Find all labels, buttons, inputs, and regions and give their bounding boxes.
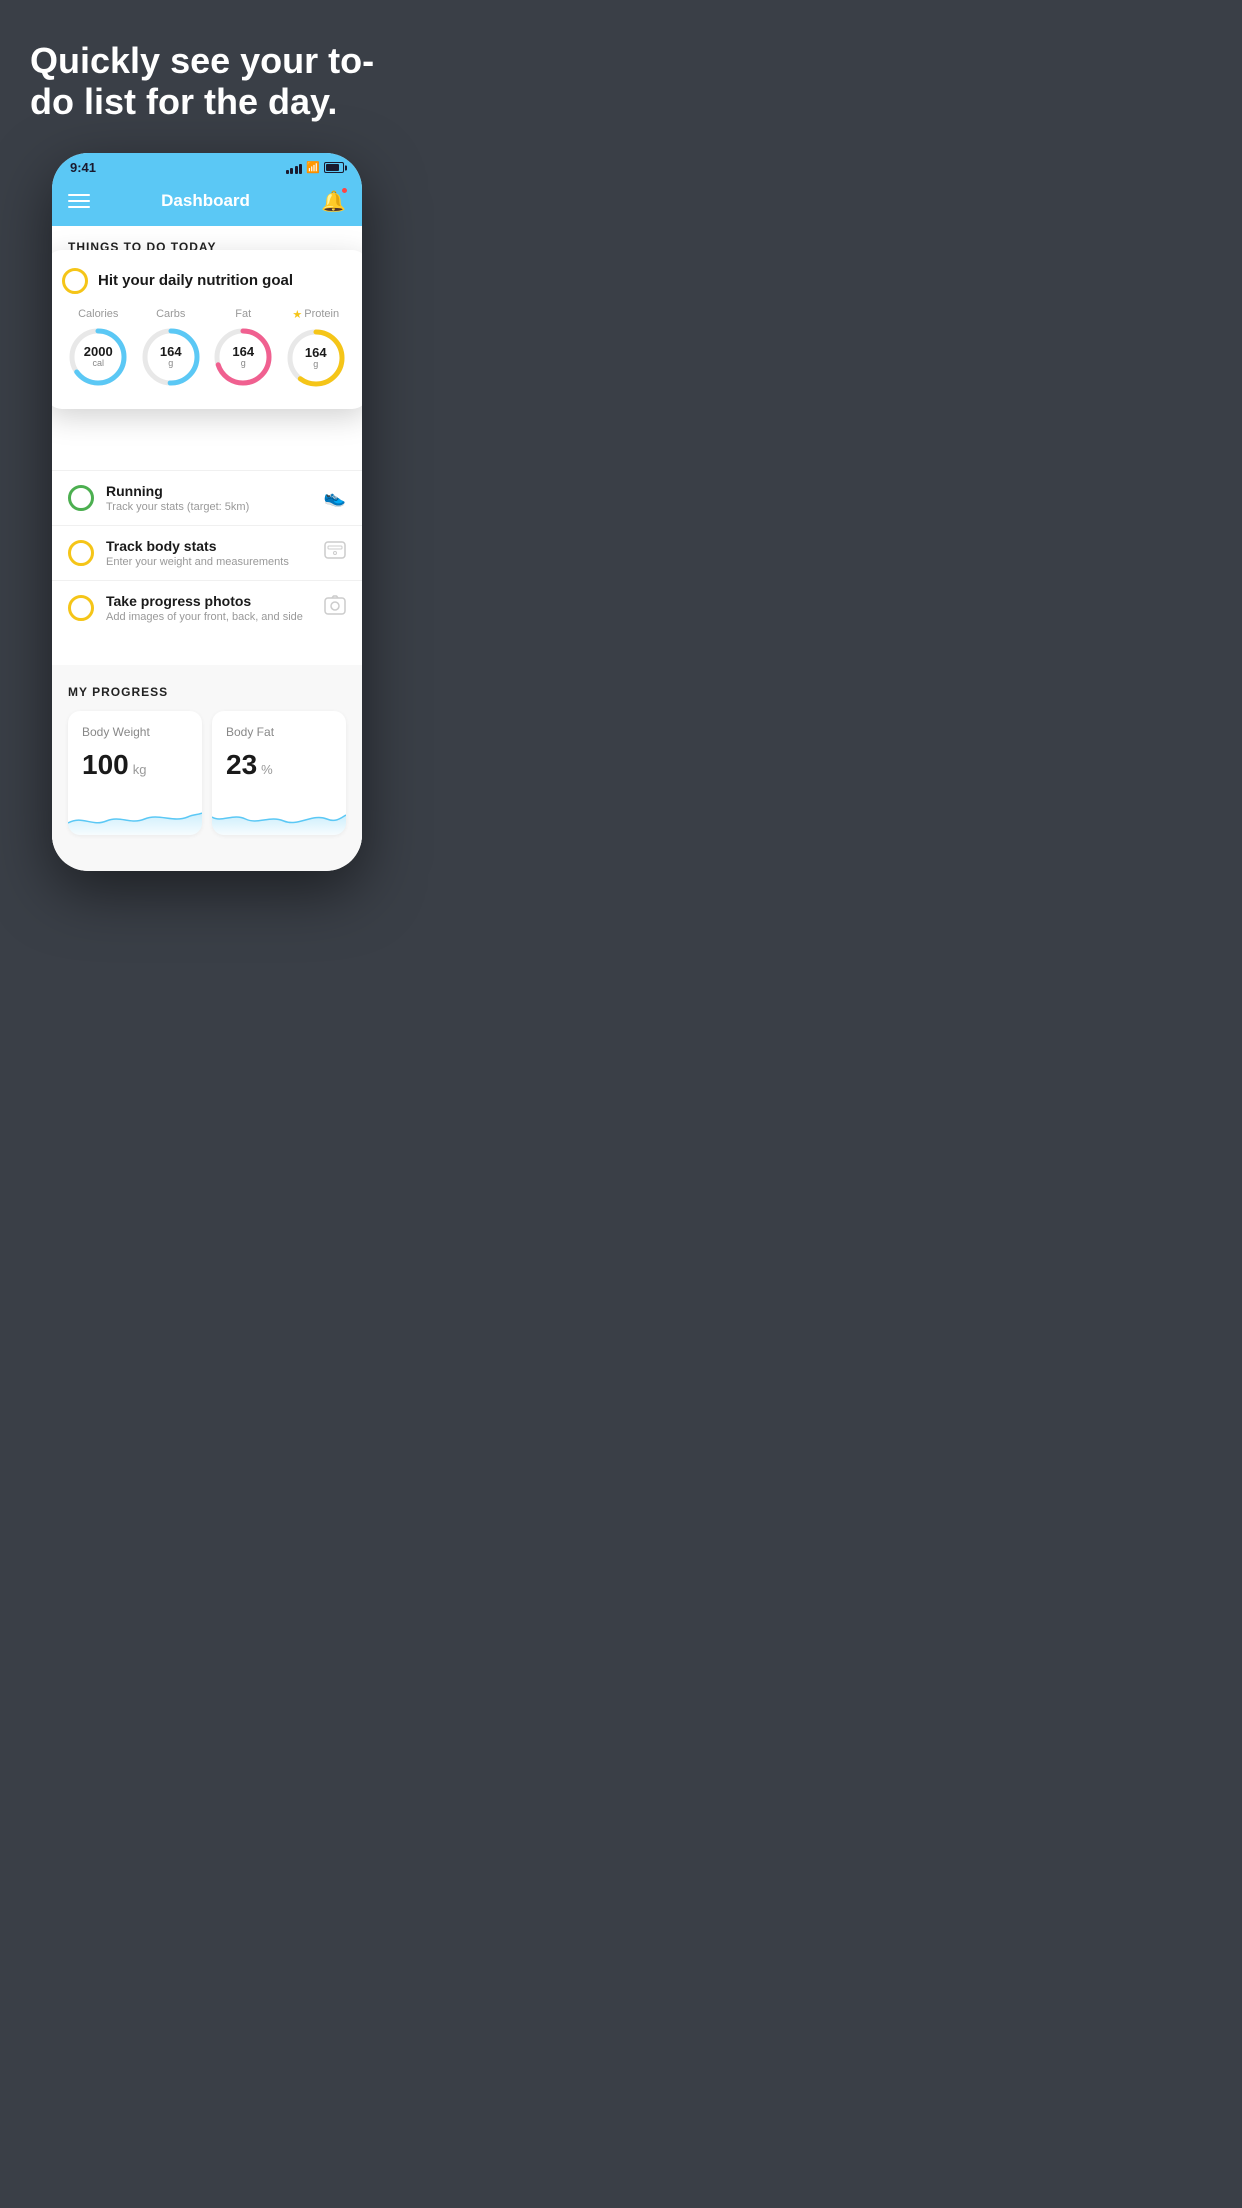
photo-icon <box>324 595 346 620</box>
ring-carbs: Carbs 164 g <box>140 308 202 388</box>
status-bar: 9:41 📶 <box>52 153 362 181</box>
todo-circle-nutrition <box>62 268 88 294</box>
todo-subtitle-photos: Add images of your front, back, and side <box>106 611 312 623</box>
ring-protein-value: 164 g <box>305 346 327 370</box>
nutrition-card-title: Hit your daily nutrition goal <box>98 272 293 289</box>
hero-section: Quickly see your to-do list for the day. <box>0 0 414 143</box>
ring-protein: ★ Protein 164 <box>285 308 347 389</box>
progress-card-fat-title: Body Fat <box>226 725 332 739</box>
battery-icon <box>324 162 344 173</box>
wifi-icon: 📶 <box>306 161 320 174</box>
progress-fat-value-row: 23 % <box>226 749 332 781</box>
scale-icon <box>324 541 346 564</box>
todo-circle-body-stats <box>68 540 94 566</box>
ring-protein-label-text: Protein <box>304 308 339 320</box>
phone-mockup: 9:41 📶 <box>0 153 414 871</box>
todo-title-photos: Take progress photos <box>106 593 312 609</box>
progress-card-weight[interactable]: Body Weight 100 kg <box>68 711 202 835</box>
running-icon: 👟 <box>324 487 346 508</box>
todo-item-photos[interactable]: Take progress photos Add images of your … <box>52 580 362 635</box>
ring-fat-value: 164 g <box>232 345 254 369</box>
todo-item-running[interactable]: Running Track your stats (target: 5km) 👟 <box>52 470 362 525</box>
todo-circle-running <box>68 485 94 511</box>
ring-fat: Fat 164 g <box>212 308 274 388</box>
progress-weight-unit: kg <box>133 762 147 777</box>
progress-section: MY PROGRESS Body Weight 100 kg <box>52 665 362 851</box>
ring-calories-label: Calories <box>78 308 118 320</box>
ring-calories: Calories 2000 cal <box>67 308 129 388</box>
phone-bottom <box>52 851 362 871</box>
progress-cards: Body Weight 100 kg <box>68 711 346 835</box>
progress-section-title: MY PROGRESS <box>68 685 346 699</box>
phone-content: THINGS TO DO TODAY Hit your daily nutrit… <box>52 226 362 851</box>
progress-fat-value: 23 <box>226 749 257 781</box>
weight-wave-chart <box>68 795 202 835</box>
signal-icon <box>286 162 303 174</box>
ring-fat-circle: 164 g <box>212 326 274 388</box>
progress-card-weight-title: Body Weight <box>82 725 188 739</box>
todo-text-photos: Take progress photos Add images of your … <box>106 593 312 623</box>
phone-frame: 9:41 📶 <box>52 153 362 871</box>
status-time: 9:41 <box>70 160 96 175</box>
ring-calories-value: 2000 cal <box>84 345 113 369</box>
header-title: Dashboard <box>161 191 250 211</box>
todo-title-running: Running <box>106 483 312 499</box>
ring-carbs-circle: 164 g <box>140 326 202 388</box>
progress-card-fat[interactable]: Body Fat 23 % <box>212 711 346 835</box>
todo-list: Running Track your stats (target: 5km) 👟… <box>52 470 362 635</box>
app-background: Quickly see your to-do list for the day.… <box>0 0 414 911</box>
todo-text-body-stats: Track body stats Enter your weight and m… <box>106 538 312 568</box>
ring-protein-label: ★ Protein <box>292 308 339 321</box>
ring-fat-label: Fat <box>235 308 251 320</box>
notification-badge <box>341 187 348 194</box>
menu-button[interactable] <box>68 194 90 208</box>
app-header: Dashboard 🔔 <box>52 181 362 226</box>
nutrition-rings: Calories 2000 cal <box>62 308 352 389</box>
todo-item-body-stats[interactable]: Track body stats Enter your weight and m… <box>52 525 362 580</box>
ring-calories-circle: 2000 cal <box>67 326 129 388</box>
star-icon: ★ <box>292 308 302 321</box>
progress-weight-value: 100 <box>82 749 129 781</box>
ring-carbs-value: 164 g <box>160 345 182 369</box>
bell-icon: 🔔 <box>321 191 346 213</box>
todo-circle-photos <box>68 595 94 621</box>
nutrition-card: Hit your daily nutrition goal Calories <box>52 250 362 409</box>
progress-weight-value-row: 100 kg <box>82 749 188 781</box>
progress-fat-unit: % <box>261 762 273 777</box>
status-icons: 📶 <box>286 161 344 174</box>
todo-title-body-stats: Track body stats <box>106 538 312 554</box>
card-title-row: Hit your daily nutrition goal <box>62 268 352 294</box>
todo-subtitle-body-stats: Enter your weight and measurements <box>106 556 312 568</box>
todo-text-running: Running Track your stats (target: 5km) <box>106 483 312 513</box>
todo-subtitle-running: Track your stats (target: 5km) <box>106 501 312 513</box>
ring-carbs-label: Carbs <box>156 308 185 320</box>
notification-button[interactable]: 🔔 <box>321 189 346 214</box>
hero-title: Quickly see your to-do list for the day. <box>30 40 384 123</box>
ring-protein-circle: 164 g <box>285 327 347 389</box>
fat-wave-chart <box>212 795 346 835</box>
gap-spacer <box>52 635 362 665</box>
